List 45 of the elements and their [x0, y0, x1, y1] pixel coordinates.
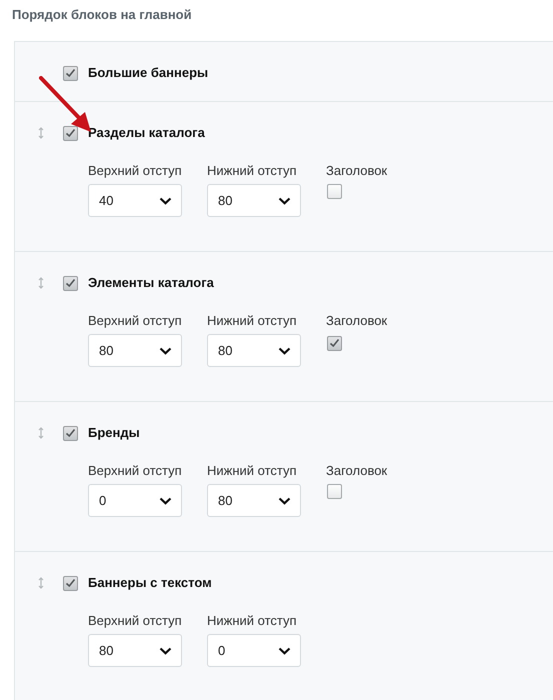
field-label: Нижний отступ	[207, 163, 298, 178]
field-label: Заголовок	[326, 163, 388, 178]
checkbox[interactable]	[63, 276, 78, 290]
chevron-icon	[278, 346, 291, 354]
block-label: Элементы каталога	[88, 274, 214, 292]
chevron-icon	[159, 346, 172, 354]
field-label: Заголовок	[326, 463, 388, 478]
block-label: Разделы каталога	[88, 124, 205, 142]
field-label: Нижний отступ	[207, 463, 298, 478]
field-label: Верхний отступ	[88, 613, 182, 628]
dropdown[interactable]: 0	[88, 484, 182, 517]
dropdown[interactable]: 80	[207, 334, 301, 367]
dropdown[interactable]: 0	[207, 634, 301, 667]
dropdown[interactable]: 40	[88, 184, 182, 217]
drag-handle-icon[interactable]	[37, 127, 45, 139]
checkbox[interactable]	[63, 426, 78, 440]
chevron-icon	[278, 646, 291, 654]
field-label: Нижний отступ	[207, 313, 298, 328]
chevron-icon	[159, 496, 172, 504]
dropdown[interactable]: 80	[88, 334, 182, 367]
block-label: Бренды	[88, 424, 140, 442]
field-label: Верхний отступ	[88, 463, 182, 478]
drag-handle-icon[interactable]	[37, 427, 45, 439]
checkbox[interactable]	[327, 484, 342, 499]
drag-handle-icon[interactable]	[37, 277, 45, 289]
checkbox[interactable]	[63, 66, 78, 80]
chevron-icon	[278, 196, 291, 204]
block-label: Баннеры с текстом	[88, 574, 212, 592]
dropdown[interactable]: 80	[207, 184, 301, 217]
section-title: Порядок блоков на главной	[11, 6, 193, 24]
chevron-icon	[159, 196, 172, 204]
chevron-icon	[278, 496, 291, 504]
field-label: Нижний отступ	[207, 613, 298, 628]
dropdown[interactable]: 80	[207, 484, 301, 517]
checkbox[interactable]	[63, 576, 78, 590]
checkbox[interactable]	[327, 184, 342, 199]
field-label: Заголовок	[326, 313, 388, 328]
chevron-icon	[159, 646, 172, 654]
block-label: Большие баннеры	[88, 64, 208, 82]
field-label: Верхний отступ	[88, 313, 182, 328]
dropdown[interactable]: 80	[88, 634, 182, 667]
field-label: Верхний отступ	[88, 163, 182, 178]
checkbox[interactable]	[327, 336, 342, 350]
checkbox[interactable]	[63, 126, 78, 140]
drag-handle-icon[interactable]	[37, 577, 45, 589]
